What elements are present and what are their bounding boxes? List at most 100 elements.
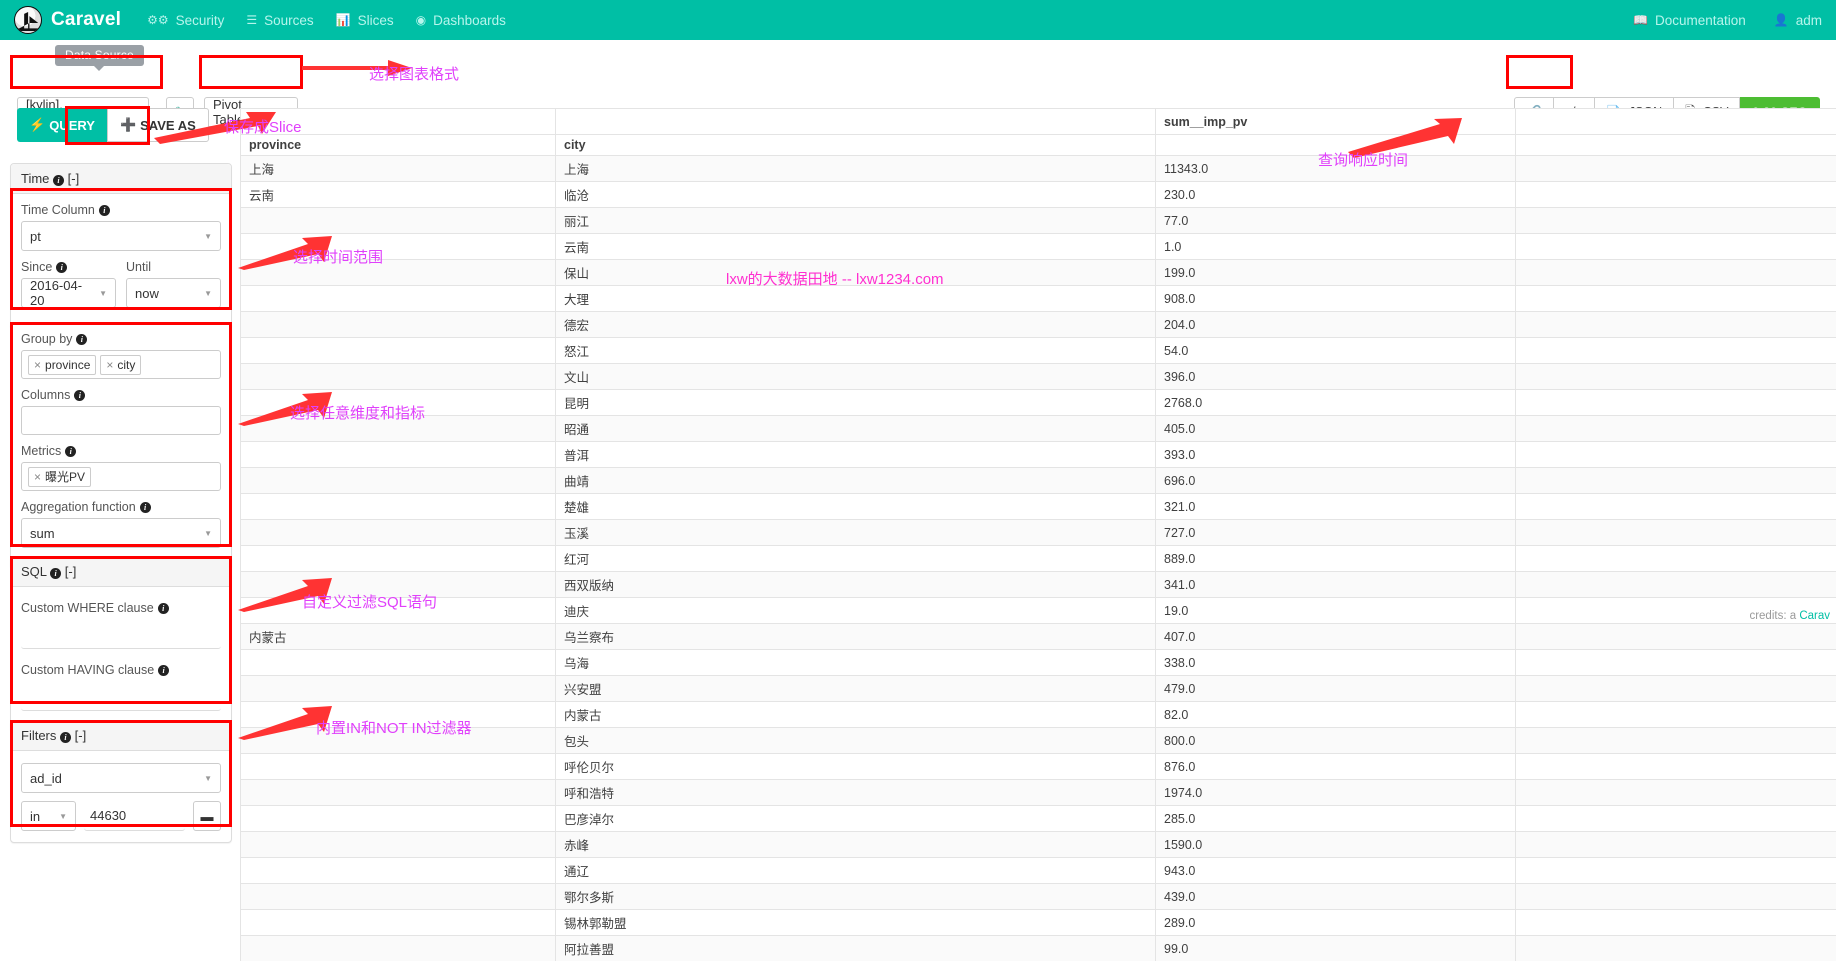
panel-sql: SQL i [-] Custom WHERE clause i Custom H… <box>10 556 232 732</box>
table-row: 文山 396.0 <box>240 363 1836 390</box>
cell-pad <box>1515 467 1836 494</box>
cell-province <box>240 805 556 832</box>
nav-item-dashboards[interactable]: ◉ Dashboards <box>416 13 506 28</box>
nav-item-security[interactable]: ⚙⚙ Security <box>147 13 224 28</box>
until-select[interactable]: now ▼ <box>126 278 221 308</box>
cell-city: 德宏 <box>555 311 1156 338</box>
nav-item-slices[interactable]: 📊 Slices <box>336 13 394 28</box>
group-by-tag-province[interactable]: × province <box>28 354 97 375</box>
metrics-tag-imp-pv[interactable]: × 曝光PV <box>28 466 92 487</box>
table-row: 呼和浩特 1974.0 <box>240 779 1836 806</box>
info-icon: i <box>98 204 110 216</box>
cell-city: 巴彦淖尔 <box>555 805 1156 832</box>
navbar-right-group: 📖 Documentation 👤 adm <box>1605 13 1822 28</box>
nav-item-user[interactable]: 👤 adm <box>1774 13 1822 28</box>
nav-item-sources[interactable]: ☰ Sources <box>246 13 313 28</box>
cell-province <box>240 649 556 676</box>
having-input[interactable] <box>21 681 221 711</box>
table-row: 巴彦淖尔 285.0 <box>240 805 1836 832</box>
panel-filters-body: ad_id ▼ in ▼ 44630 ▬ <box>11 751 231 842</box>
cell-pad <box>1515 285 1836 312</box>
cell-value: 889.0 <box>1155 545 1516 572</box>
table-row: 怒江 54.0 <box>240 337 1836 364</box>
chevron-down-icon: ▼ <box>99 288 107 298</box>
minus-icon: ▬ <box>200 808 214 824</box>
group-by-tag-city[interactable]: × city <box>100 354 142 375</box>
cell-value: 393.0 <box>1155 441 1516 468</box>
anno-query-response-time: 查询响应时间 <box>1318 152 1409 169</box>
cell-value: 77.0 <box>1155 207 1516 234</box>
aggregation-select[interactable]: sum ▼ <box>21 518 221 548</box>
cell-pad <box>1515 545 1836 572</box>
cell-pad <box>1515 831 1836 858</box>
watermark-text: lxw的大数据田地 -- lxw1234.com <box>726 271 944 288</box>
until-label-row: Until <box>126 260 221 274</box>
cell-pad <box>1515 363 1836 390</box>
bar-chart-icon: 📊 <box>335 13 351 27</box>
where-input[interactable] <box>21 619 221 649</box>
panel-sql-header[interactable]: SQL i [-] <box>11 557 231 587</box>
time-column-select[interactable]: pt ▼ <box>21 221 221 251</box>
time-column-label: Time Column <box>21 203 95 217</box>
cell-province <box>240 779 556 806</box>
table-row: 内蒙古 82.0 <box>240 701 1836 728</box>
cell-value: 800.0 <box>1155 727 1516 754</box>
columns-input[interactable] <box>21 406 221 435</box>
cell-pad <box>1515 207 1836 234</box>
cell-pad <box>1515 805 1836 832</box>
cell-city: 包头 <box>555 727 1156 754</box>
table-row: 大理 908.0 <box>240 285 1836 312</box>
cell-value: 479.0 <box>1155 675 1516 702</box>
cell-value: 285.0 <box>1155 805 1516 832</box>
column-header-city[interactable]: city <box>555 134 1156 156</box>
metrics-input[interactable]: × 曝光PV <box>21 462 221 491</box>
cell-city: 昭通 <box>555 415 1156 442</box>
pivot-table-body: 上海 上海 11343.0 云南 临沧 230.0 丽江 77.0 云南 1.0 保山 199.0 大理… <box>240 155 1836 961</box>
panel-filters-header[interactable]: Filters i [-] <box>11 721 231 751</box>
cell-province <box>240 753 556 780</box>
table-row: 迪庆 19.0 <box>240 597 1836 624</box>
table-row: 乌海 338.0 <box>240 649 1836 676</box>
cell-value: 289.0 <box>1155 909 1516 936</box>
filter-remove-button[interactable]: ▬ <box>193 801 221 831</box>
table-row: 昆明 2768.0 <box>240 389 1836 416</box>
brand-logo-link[interactable]: Caravel <box>14 6 121 34</box>
cell-city: 呼伦贝尔 <box>555 753 1156 780</box>
cell-city: 赤峰 <box>555 831 1156 858</box>
filter-operator-select[interactable]: in ▼ <box>21 801 76 831</box>
table-row: 上海 上海 11343.0 <box>240 155 1836 182</box>
panel-time-collapse-toggle[interactable]: [-] <box>68 171 80 186</box>
nav-item-documentation[interactable]: 📖 Documentation <box>1633 13 1746 28</box>
cell-value: 54.0 <box>1155 337 1516 364</box>
table-row: 玉溪 727.0 <box>240 519 1836 546</box>
filter-row: in ▼ 44630 ▬ <box>21 801 221 831</box>
table-row: 鄂尔多斯 439.0 <box>240 883 1836 910</box>
table-row: 德宏 204.0 <box>240 311 1836 338</box>
remove-tag-icon[interactable]: × <box>106 357 113 373</box>
remove-tag-icon[interactable]: × <box>34 469 41 485</box>
filter-value-input[interactable]: 44630 <box>84 801 185 831</box>
pivot-table-head: sum__imp_pv province city <box>240 108 1836 156</box>
remove-tag-icon[interactable]: × <box>34 357 41 373</box>
group-by-input[interactable]: × province × city <box>21 350 221 379</box>
credits-link[interactable]: Carav <box>1799 610 1830 622</box>
panel-time-body: Time Column i pt ▼ Since i 2016-04-20 ▼ <box>11 194 231 328</box>
query-button-label: QUERY <box>49 117 95 133</box>
panel-filters-collapse-toggle[interactable]: [-] <box>75 728 87 743</box>
until-label: Until <box>126 260 152 274</box>
since-select[interactable]: 2016-04-20 ▼ <box>21 278 116 308</box>
filter-column-select[interactable]: ad_id ▼ <box>21 763 221 793</box>
since-label: Since <box>21 260 53 274</box>
panel-time-header[interactable]: Time i [-] <box>11 164 231 194</box>
filter-column-value: ad_id <box>30 770 62 786</box>
cell-city: 楚雄 <box>555 493 1156 520</box>
blank-cell <box>1515 134 1836 156</box>
panel-sql-collapse-toggle[interactable]: [-] <box>65 564 77 579</box>
table-row: 保山 199.0 <box>240 259 1836 286</box>
cell-city: 锡林郭勒盟 <box>555 909 1156 936</box>
cell-value: 1590.0 <box>1155 831 1516 858</box>
cell-province <box>240 545 556 572</box>
cell-city: 通辽 <box>555 857 1156 884</box>
query-button[interactable]: ⚡ QUERY <box>17 108 107 142</box>
aggregation-label-row: Aggregation function i <box>21 500 221 514</box>
